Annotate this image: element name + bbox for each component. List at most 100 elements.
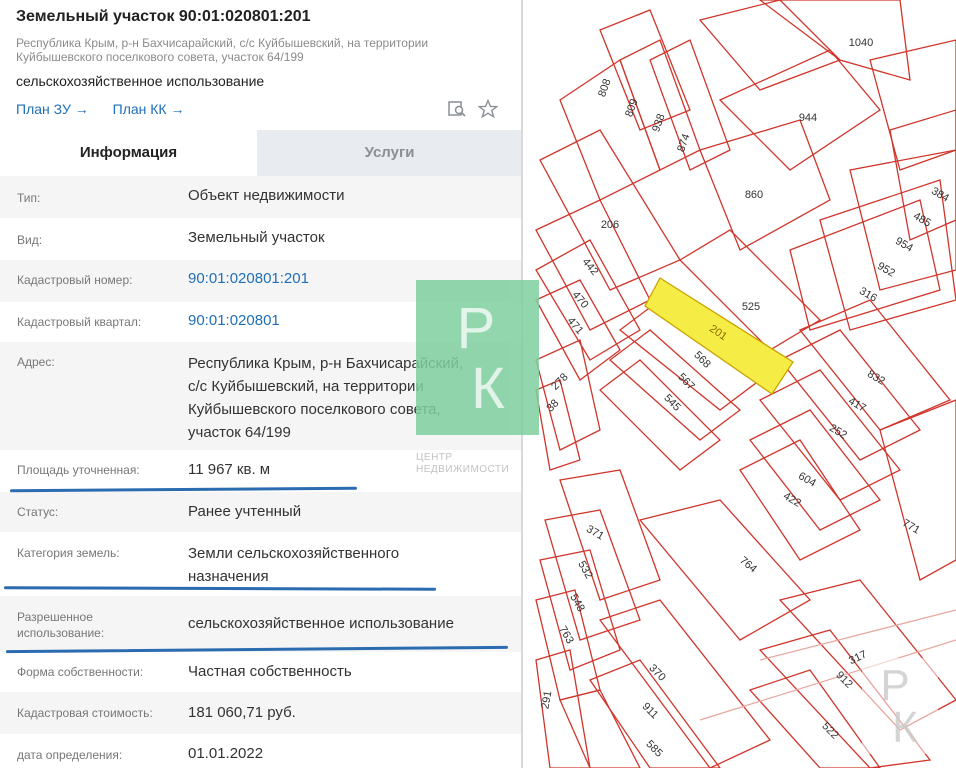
parcel-boundary[interactable]	[599, 9, 691, 131]
parcel-label: 384	[929, 185, 951, 205]
parcel-label: 954	[893, 235, 915, 255]
parcel-boundary[interactable]	[539, 129, 681, 291]
page-title: Земельный участок 90:01:020801:201	[16, 8, 311, 25]
brand-watermark-text: ЦЕНТР НЕДВИЖИМОСТИ	[416, 452, 509, 476]
parcel-label: 206	[601, 219, 619, 231]
parcel-label: 604	[796, 470, 818, 490]
info-row-valuation-date: дата определения: 01.01.2022	[0, 734, 522, 768]
plan-kk-link[interactable]: План КК →	[113, 101, 185, 117]
permitted-use-label-line: использование:	[17, 626, 105, 640]
info-label: Статус:	[17, 505, 59, 519]
parcel-boundary[interactable]	[718, 49, 881, 171]
parcel-boundary[interactable]	[559, 689, 641, 768]
parcel-boundary[interactable]	[535, 589, 601, 701]
parcel-label: 316	[857, 285, 879, 305]
parcel-label: 585	[643, 738, 664, 759]
info-value: Объект недвижимости	[188, 187, 345, 204]
parcel-label: 938	[650, 112, 668, 133]
parcel-boundary[interactable]	[798, 299, 952, 431]
header-usage: сельскохозяйственное использование	[16, 73, 265, 89]
parcel-label: 944	[799, 112, 817, 124]
parcel-boundary[interactable]	[535, 379, 581, 471]
info-row-kind: Вид: Земельный участок	[0, 218, 522, 260]
info-label: Кадастровый номер:	[17, 273, 133, 287]
parcel-label: 764	[737, 554, 759, 575]
info-value: Земли сельскохозяйственного назначения	[188, 542, 508, 588]
info-value: 01.01.2022	[188, 745, 264, 762]
info-value: Частная собственность	[188, 663, 352, 680]
category-line: Земли сельскохозяйственного	[188, 545, 400, 562]
star-icon[interactable]	[478, 99, 498, 119]
watermark-letter: К	[471, 356, 505, 421]
parcel-label: 525	[742, 301, 760, 313]
parcel-label: 471	[565, 315, 586, 337]
map-canvas[interactable]: 1040808809938874944860 384485954952316206…	[522, 0, 956, 768]
parcel-label: 771	[900, 517, 922, 537]
info-row-type: Тип: Объект недвижимости	[0, 176, 522, 218]
watermark-text-line: ЦЕНТР	[416, 452, 453, 463]
parcel-label: 252	[827, 422, 849, 442]
watermark-letter: Р	[457, 296, 496, 361]
info-value: сельскохозяйственное использование	[188, 615, 454, 632]
info-label: Кадастровый квартал:	[17, 315, 142, 329]
parcel-boundary[interactable]	[819, 179, 956, 331]
info-row-status: Статус: Ранее учтенный	[0, 492, 522, 532]
permitted-use-label-line: Разрешенное	[17, 610, 93, 624]
tab-services[interactable]: Услуги	[257, 130, 522, 176]
watermark-text-line: НЕДВИЖИМОСТИ	[416, 464, 510, 475]
parcel-boundary[interactable]	[649, 39, 731, 171]
parcel-boundary[interactable]	[869, 39, 956, 171]
info-label: Адрес:	[17, 355, 55, 369]
parcel-label: 485	[911, 210, 933, 230]
parcel-label: 422	[781, 490, 803, 510]
parcel-boundary[interactable]	[749, 409, 881, 531]
parcel-boundary[interactable]	[849, 149, 956, 291]
tab-information[interactable]: Информация	[0, 130, 257, 176]
info-row-cadastral-value: Кадастровая стоимость: 181 060,71 руб.	[0, 692, 522, 734]
info-row-ownership: Форма собственности: Частная собственнос…	[0, 652, 522, 692]
brand-watermark-logo: Р К	[416, 280, 539, 435]
parcel-label: 291	[539, 690, 554, 710]
plan-zu-link[interactable]: План ЗУ →	[16, 101, 89, 117]
parcel-boundary[interactable]	[559, 469, 661, 601]
info-label: дата определения:	[17, 748, 123, 762]
map-corner-watermark: РК	[862, 658, 938, 754]
parcel-label: 860	[745, 189, 763, 201]
info-label: Категория земель:	[17, 546, 120, 560]
info-label: Разрешенное использование:	[17, 609, 104, 641]
parcel-boundary[interactable]	[758, 0, 911, 81]
tab-bar: Информация Услуги	[0, 130, 522, 176]
parcel-label: 1040	[849, 37, 873, 49]
info-label: Кадастровая стоимость:	[17, 706, 153, 720]
parcel-label: 522	[819, 720, 840, 741]
parcel-label: 371	[584, 523, 606, 543]
info-label: Тип:	[17, 191, 41, 205]
corner-watermark-letter: К	[892, 703, 918, 752]
info-label: Площадь уточненная:	[17, 463, 140, 477]
parcel-label: 545	[661, 392, 682, 413]
parcel-boundary[interactable]	[535, 339, 601, 451]
info-value: Земельный участок	[188, 229, 325, 246]
parcel-label: 278	[549, 371, 570, 392]
plan-links: План ЗУ → План КК →	[16, 101, 204, 117]
header-address: Республика Крым, р-н Бахчисарайский, с/с…	[16, 36, 429, 64]
parcel-label: 808	[596, 77, 614, 98]
parcel-label: 370	[646, 662, 667, 683]
info-label: Вид:	[17, 233, 43, 247]
info-value: Ранее учтенный	[188, 503, 302, 520]
parcel-label: 442	[580, 256, 601, 278]
parcel-label: 548	[567, 592, 587, 614]
parcel-boundary[interactable]	[699, 119, 831, 251]
parcel-label: 809	[623, 97, 641, 118]
category-line: назначения	[188, 568, 269, 585]
parcel-label: 763	[556, 624, 576, 646]
search-map-icon[interactable]	[447, 99, 467, 119]
parcel-label: 911	[640, 700, 661, 721]
parcel-boundary[interactable]	[638, 499, 812, 641]
parcel-label: 952	[875, 260, 897, 280]
info-row-permitted-use: Разрешенное использование: сельскохозяйс…	[0, 596, 522, 652]
info-label: Форма собственности:	[17, 665, 144, 679]
parcel-label: 568	[691, 349, 712, 370]
cadastral-map[interactable]: 1040 808 809 938 874 944 860 384 485 954 952 316 206…	[522, 0, 956, 768]
info-value: 181 060,71 руб.	[188, 704, 296, 721]
